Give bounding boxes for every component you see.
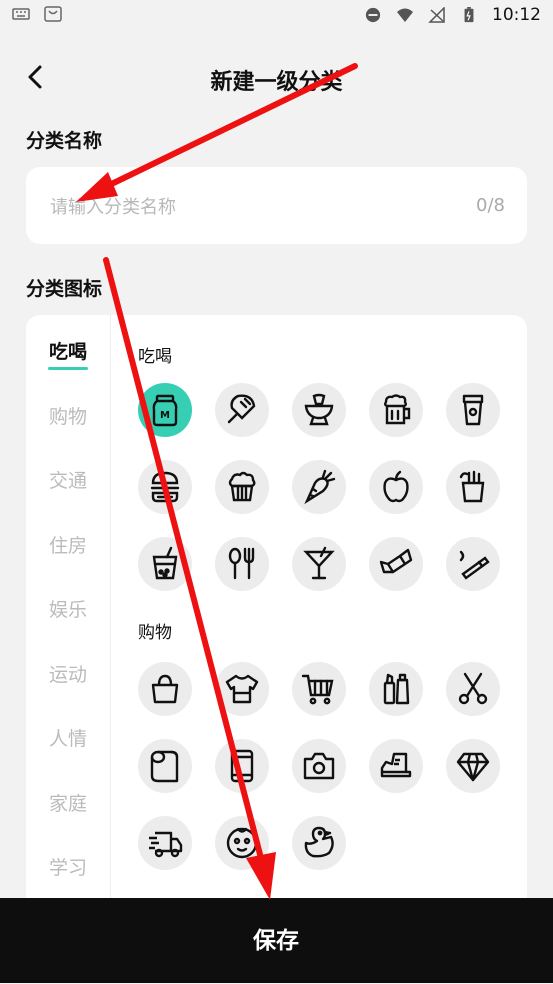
- icon-option-scissors[interactable]: [446, 662, 500, 716]
- icon-option-rubber-duck[interactable]: [292, 816, 346, 870]
- tab-shopping[interactable]: 购物: [26, 402, 110, 429]
- icon-option-bubble-tea[interactable]: [138, 537, 192, 591]
- baby-face-icon: [226, 827, 258, 859]
- burger-icon: [150, 471, 180, 503]
- cocktail-icon: [303, 546, 335, 580]
- category-name-label: 分类名称: [26, 130, 103, 152]
- tab-family[interactable]: 家庭: [26, 789, 110, 816]
- char-counter: 0/8: [476, 195, 505, 216]
- icon-option-popsicle[interactable]: [215, 383, 269, 437]
- diamond-icon: [456, 752, 490, 782]
- tab-gifts[interactable]: 人情: [26, 724, 110, 751]
- candy-icon: [379, 548, 413, 574]
- icon-option-cart[interactable]: [292, 662, 346, 716]
- icon-option-apple[interactable]: [369, 460, 423, 514]
- icon-option-candy[interactable]: [369, 537, 423, 591]
- icon-option-fries[interactable]: [446, 460, 500, 514]
- icon-option-milk-jar[interactable]: M: [138, 383, 192, 437]
- icon-option-camera[interactable]: [292, 739, 346, 793]
- shopping-bag-notification-icon: [44, 6, 62, 22]
- icon-option-tshirt[interactable]: [215, 662, 269, 716]
- icon-option-mortar[interactable]: [292, 383, 346, 437]
- bottom-bar: 保存: [0, 898, 553, 983]
- milk-jar-icon: M: [152, 394, 178, 427]
- icon-option-baby-face[interactable]: [215, 816, 269, 870]
- camera-icon: [303, 752, 335, 780]
- icon-option-burger[interactable]: [138, 460, 192, 514]
- tab-transport[interactable]: 交通: [26, 466, 110, 493]
- tshirt-icon: [225, 674, 259, 704]
- cosmetics-icon: [383, 673, 410, 705]
- keyboard-icon: [12, 8, 30, 20]
- sneaker-icon: [380, 752, 412, 778]
- page-header: 新建一级分类: [0, 52, 553, 104]
- tab-entertainment[interactable]: 娱乐: [26, 595, 110, 622]
- icon-option-cocktail[interactable]: [292, 537, 346, 591]
- category-name-input[interactable]: [48, 189, 452, 225]
- tab-study[interactable]: 学习: [26, 853, 110, 880]
- icon-option-phone[interactable]: [215, 739, 269, 793]
- category-icon-label: 分类图标: [26, 278, 103, 300]
- category-name-card: 0/8: [26, 167, 527, 244]
- cupcake-icon: [228, 471, 256, 502]
- icon-option-cupcake[interactable]: [215, 460, 269, 514]
- no-signal-icon: [428, 7, 445, 23]
- icon-picker-card: 吃喝 购物 交通 住房 娱乐 运动 人情 家庭 学习 吃喝 M 购物: [26, 315, 527, 915]
- icon-option-beer[interactable]: [369, 383, 423, 437]
- icon-option-coffee[interactable]: [446, 383, 500, 437]
- icon-option-carrot[interactable]: [292, 460, 346, 514]
- beer-mug-icon: [384, 394, 411, 425]
- icon-option-diamond[interactable]: [446, 739, 500, 793]
- icon-option-toilet-paper[interactable]: [138, 739, 192, 793]
- popsicle-icon: [227, 394, 256, 424]
- icon-option-sneaker[interactable]: [369, 739, 423, 793]
- coffee-cup-icon: [462, 394, 484, 426]
- delivery-truck-icon: [149, 831, 183, 858]
- page-title: 新建一级分类: [210, 70, 343, 95]
- shopping-cart-icon: [301, 674, 334, 705]
- icon-option-cigarette[interactable]: [446, 537, 500, 591]
- svg-text:M: M: [160, 410, 170, 421]
- bubble-tea-icon: [152, 546, 178, 580]
- utensils-icon: [228, 547, 255, 580]
- icon-option-cosmetics[interactable]: [369, 662, 423, 716]
- carrot-icon: [304, 469, 336, 505]
- rubber-duck-icon: [304, 826, 334, 858]
- toilet-paper-icon: [150, 750, 179, 783]
- tab-housing[interactable]: 住房: [26, 531, 110, 558]
- active-tab-indicator: [48, 367, 88, 370]
- wifi-icon: [397, 8, 413, 22]
- handbag-icon: [151, 674, 179, 704]
- group-label-shopping: 购物: [138, 623, 172, 643]
- status-bar: 10:12: [0, 0, 553, 32]
- scissors-icon: [458, 672, 488, 705]
- category-tab-list: 吃喝 购物 交通 住房 娱乐 运动 人情 家庭 学习: [26, 315, 111, 915]
- tab-sports[interactable]: 运动: [26, 660, 110, 687]
- phone-icon: [230, 749, 254, 783]
- icon-option-truck[interactable]: [138, 816, 192, 870]
- fries-icon: [459, 470, 485, 503]
- battery-icon: [464, 7, 474, 23]
- group-label-food: 吃喝: [138, 347, 172, 367]
- cigarette-icon: [459, 550, 490, 580]
- tab-food[interactable]: 吃喝: [26, 337, 110, 364]
- icon-option-utensils[interactable]: [215, 537, 269, 591]
- mortar-icon: [304, 393, 334, 426]
- do-not-disturb-icon: [365, 7, 381, 23]
- save-button[interactable]: 保存: [176, 898, 376, 983]
- icon-option-handbag[interactable]: [138, 662, 192, 716]
- status-time: 10:12: [492, 5, 541, 25]
- apple-icon: [383, 470, 409, 503]
